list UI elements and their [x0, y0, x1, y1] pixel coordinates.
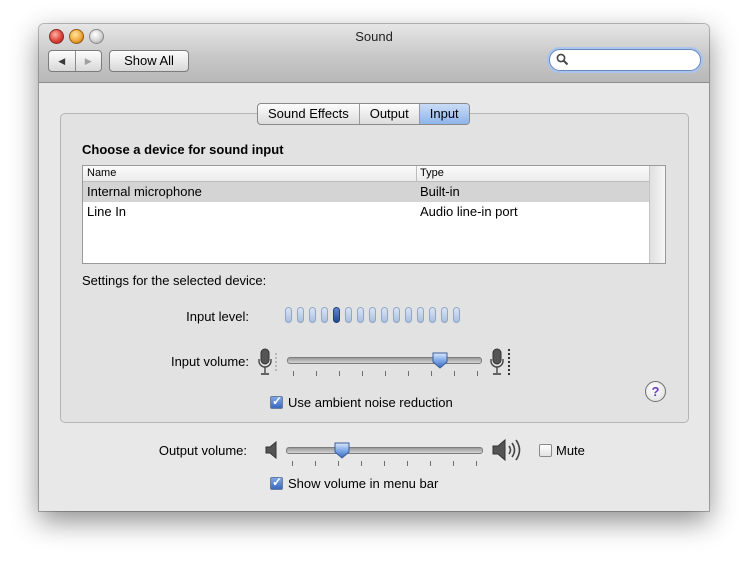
output-volume-knob[interactable]	[334, 442, 350, 459]
input-volume-label: Input volume:	[170, 354, 249, 369]
sound-preferences-window: Sound ◀ ▶ Show All Sound Effects Output …	[39, 24, 709, 511]
slider-tick	[316, 371, 317, 376]
slider-tick	[385, 371, 386, 376]
output-volume-slider[interactable]	[286, 447, 483, 454]
slider-tick	[384, 461, 385, 466]
search-icon	[556, 53, 569, 66]
device-name: Internal microphone	[87, 184, 202, 199]
input-level-meter	[285, 307, 460, 323]
slider-tick	[362, 371, 363, 376]
level-segment	[453, 307, 460, 323]
slider-tick	[408, 371, 409, 376]
device-type: Audio line-in port	[420, 204, 518, 219]
speaker-loud-icon	[492, 438, 521, 462]
input-volume-ticks	[293, 371, 478, 376]
show-volume-menu-bar-checkbox[interactable]: ✓	[270, 475, 283, 490]
output-volume-label: Output volume:	[158, 443, 247, 458]
slider-tick	[407, 461, 408, 466]
tab-bar: Sound Effects Output Input	[257, 103, 470, 125]
slider-tick	[431, 371, 432, 376]
settings-label: Settings for the selected device:	[82, 273, 267, 288]
titlebar: Sound ◀ ▶ Show All	[39, 24, 709, 83]
slider-tick	[453, 461, 454, 466]
table-row[interactable]: Internal microphone Built-in	[83, 182, 649, 202]
forward-arrow-icon[interactable]: ▶	[76, 51, 102, 71]
output-volume-ticks	[292, 461, 477, 466]
level-segment	[285, 307, 292, 323]
level-segment	[309, 307, 316, 323]
noise-reduction-label[interactable]: Use ambient noise reduction	[288, 395, 453, 410]
input-device-heading: Choose a device for sound input	[82, 142, 284, 157]
microphone-icon	[490, 348, 511, 376]
noise-reduction-checkbox[interactable]: ✓	[270, 394, 283, 409]
device-name: Line In	[87, 204, 127, 219]
tab-sound-effects[interactable]: Sound Effects	[258, 104, 360, 124]
level-segment	[369, 307, 376, 323]
table-scrollbar[interactable]	[649, 166, 665, 263]
slider-tick	[293, 371, 294, 376]
input-panel: Choose a device for sound input Name Typ…	[60, 113, 689, 423]
column-header-type[interactable]: Type	[420, 166, 444, 181]
input-level-label: Input level:	[186, 309, 249, 324]
input-device-table: Name Type Internal microphone Built-in L…	[82, 165, 666, 264]
slider-tick	[339, 371, 340, 376]
level-segment	[321, 307, 328, 323]
tab-input[interactable]: Input	[419, 104, 469, 124]
speaker-icon	[265, 441, 277, 459]
slider-tick	[477, 371, 478, 376]
slider-tick	[361, 461, 362, 466]
device-type: Built-in	[420, 184, 460, 199]
level-segment	[441, 307, 448, 323]
input-volume-slider[interactable]	[287, 357, 482, 364]
level-segment	[429, 307, 436, 323]
input-volume-knob[interactable]	[432, 352, 448, 369]
slider-tick	[315, 461, 316, 466]
microphone-icon	[258, 348, 277, 375]
level-segment	[345, 307, 352, 323]
column-header-name[interactable]: Name	[87, 166, 116, 181]
back-forward-control: ◀ ▶	[48, 50, 102, 72]
mute-label[interactable]: Mute	[556, 443, 585, 458]
back-arrow-icon[interactable]: ◀	[49, 51, 76, 71]
search-input[interactable]	[572, 52, 696, 69]
table-row[interactable]: Line In Audio line-in port	[83, 202, 649, 222]
table-header: Name Type	[83, 166, 665, 182]
checkmark-icon: ✓	[272, 475, 283, 489]
level-segment	[333, 307, 340, 323]
slider-tick	[292, 461, 293, 466]
tab-output[interactable]: Output	[360, 104, 420, 124]
level-segment	[357, 307, 364, 323]
search-field[interactable]	[549, 49, 701, 71]
checkmark-icon: ✓	[272, 394, 283, 408]
slider-tick	[454, 371, 455, 376]
show-volume-menu-bar-label[interactable]: Show volume in menu bar	[288, 476, 438, 491]
level-segment	[417, 307, 424, 323]
show-all-button[interactable]: Show All	[109, 50, 189, 72]
mute-checkbox[interactable]	[539, 444, 552, 457]
slider-tick	[338, 461, 339, 466]
help-icon[interactable]: ?	[645, 381, 666, 402]
window-title: Sound	[355, 29, 393, 44]
level-segment	[393, 307, 400, 323]
column-divider[interactable]	[416, 166, 417, 181]
level-segment	[381, 307, 388, 323]
level-segment	[297, 307, 304, 323]
level-segment	[405, 307, 412, 323]
slider-tick	[430, 461, 431, 466]
slider-tick	[476, 461, 477, 466]
